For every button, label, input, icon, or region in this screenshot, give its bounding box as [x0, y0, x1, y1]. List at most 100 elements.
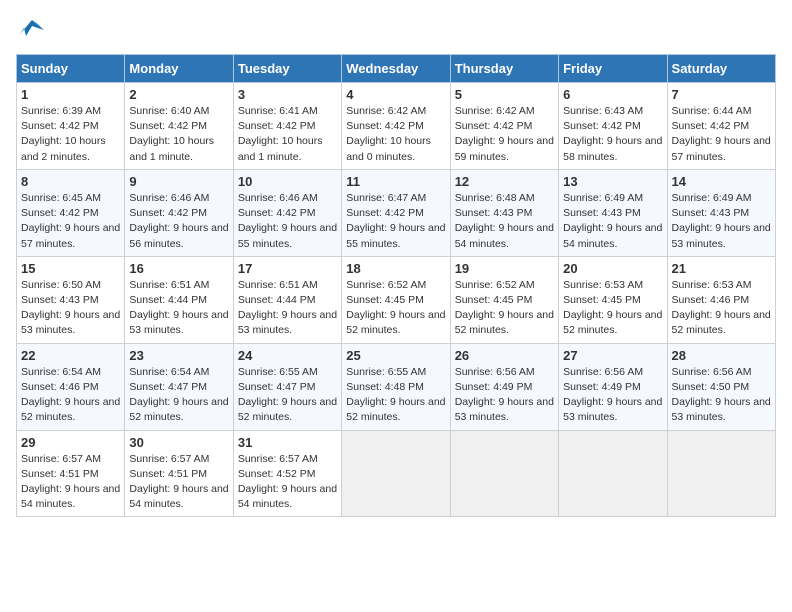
day-number: 8: [21, 174, 120, 189]
day-info: Sunrise: 6:40 AM Sunset: 4:42 PM Dayligh…: [129, 104, 228, 165]
page-header: [16, 16, 776, 44]
daylight-text: Daylight: 9 hours and 53 minutes.: [672, 222, 771, 249]
sunrise-text: Sunrise: 6:47 AM: [346, 192, 426, 204]
day-info: Sunrise: 6:57 AM Sunset: 4:52 PM Dayligh…: [238, 452, 337, 513]
day-info: Sunrise: 6:41 AM Sunset: 4:42 PM Dayligh…: [238, 104, 337, 165]
day-info: Sunrise: 6:42 AM Sunset: 4:42 PM Dayligh…: [346, 104, 445, 165]
day-header-wednesday: Wednesday: [342, 55, 450, 83]
calendar-cell: 21 Sunrise: 6:53 AM Sunset: 4:46 PM Dayl…: [667, 256, 775, 343]
calendar-cell: 5 Sunrise: 6:42 AM Sunset: 4:42 PM Dayli…: [450, 83, 558, 170]
calendar-cell: 24 Sunrise: 6:55 AM Sunset: 4:47 PM Dayl…: [233, 343, 341, 430]
day-info: Sunrise: 6:52 AM Sunset: 4:45 PM Dayligh…: [455, 278, 554, 339]
day-number: 5: [455, 87, 554, 102]
day-number: 2: [129, 87, 228, 102]
sunset-text: Sunset: 4:49 PM: [455, 381, 533, 393]
day-info: Sunrise: 6:56 AM Sunset: 4:49 PM Dayligh…: [563, 365, 662, 426]
day-number: 7: [672, 87, 771, 102]
daylight-text: Daylight: 9 hours and 52 minutes.: [21, 396, 120, 423]
calendar-cell: 14 Sunrise: 6:49 AM Sunset: 4:43 PM Dayl…: [667, 169, 775, 256]
sunrise-text: Sunrise: 6:55 AM: [238, 366, 318, 378]
sunrise-text: Sunrise: 6:56 AM: [563, 366, 643, 378]
sunset-text: Sunset: 4:42 PM: [455, 120, 533, 132]
sunset-text: Sunset: 4:42 PM: [346, 120, 424, 132]
day-info: Sunrise: 6:44 AM Sunset: 4:42 PM Dayligh…: [672, 104, 771, 165]
daylight-text: Daylight: 10 hours and 0 minutes.: [346, 135, 431, 162]
calendar-cell: 16 Sunrise: 6:51 AM Sunset: 4:44 PM Dayl…: [125, 256, 233, 343]
sunrise-text: Sunrise: 6:50 AM: [21, 279, 101, 291]
daylight-text: Daylight: 10 hours and 2 minutes.: [21, 135, 106, 162]
day-info: Sunrise: 6:49 AM Sunset: 4:43 PM Dayligh…: [563, 191, 662, 252]
day-info: Sunrise: 6:43 AM Sunset: 4:42 PM Dayligh…: [563, 104, 662, 165]
sunset-text: Sunset: 4:42 PM: [129, 120, 207, 132]
calendar-cell: 6 Sunrise: 6:43 AM Sunset: 4:42 PM Dayli…: [559, 83, 667, 170]
day-number: 30: [129, 435, 228, 450]
day-info: Sunrise: 6:47 AM Sunset: 4:42 PM Dayligh…: [346, 191, 445, 252]
calendar-cell: 25 Sunrise: 6:55 AM Sunset: 4:48 PM Dayl…: [342, 343, 450, 430]
daylight-text: Daylight: 9 hours and 53 minutes.: [672, 396, 771, 423]
calendar-week-row: 1 Sunrise: 6:39 AM Sunset: 4:42 PM Dayli…: [17, 83, 776, 170]
calendar-cell: 30 Sunrise: 6:57 AM Sunset: 4:51 PM Dayl…: [125, 430, 233, 517]
sunrise-text: Sunrise: 6:42 AM: [455, 105, 535, 117]
sunrise-text: Sunrise: 6:56 AM: [672, 366, 752, 378]
daylight-text: Daylight: 9 hours and 52 minutes.: [346, 396, 445, 423]
daylight-text: Daylight: 9 hours and 53 minutes.: [129, 309, 228, 336]
day-number: 14: [672, 174, 771, 189]
sunrise-text: Sunrise: 6:39 AM: [21, 105, 101, 117]
sunset-text: Sunset: 4:47 PM: [129, 381, 207, 393]
sunset-text: Sunset: 4:43 PM: [455, 207, 533, 219]
daylight-text: Daylight: 9 hours and 53 minutes.: [455, 396, 554, 423]
day-info: Sunrise: 6:48 AM Sunset: 4:43 PM Dayligh…: [455, 191, 554, 252]
calendar-cell: 11 Sunrise: 6:47 AM Sunset: 4:42 PM Dayl…: [342, 169, 450, 256]
sunrise-text: Sunrise: 6:54 AM: [129, 366, 209, 378]
daylight-text: Daylight: 9 hours and 57 minutes.: [672, 135, 771, 162]
day-info: Sunrise: 6:45 AM Sunset: 4:42 PM Dayligh…: [21, 191, 120, 252]
calendar-cell: 7 Sunrise: 6:44 AM Sunset: 4:42 PM Dayli…: [667, 83, 775, 170]
sunrise-text: Sunrise: 6:43 AM: [563, 105, 643, 117]
day-info: Sunrise: 6:46 AM Sunset: 4:42 PM Dayligh…: [238, 191, 337, 252]
day-info: Sunrise: 6:55 AM Sunset: 4:48 PM Dayligh…: [346, 365, 445, 426]
calendar-cell: [559, 430, 667, 517]
sunset-text: Sunset: 4:48 PM: [346, 381, 424, 393]
calendar-cell: 1 Sunrise: 6:39 AM Sunset: 4:42 PM Dayli…: [17, 83, 125, 170]
sunrise-text: Sunrise: 6:52 AM: [455, 279, 535, 291]
calendar-cell: 27 Sunrise: 6:56 AM Sunset: 4:49 PM Dayl…: [559, 343, 667, 430]
day-info: Sunrise: 6:57 AM Sunset: 4:51 PM Dayligh…: [129, 452, 228, 513]
day-number: 20: [563, 261, 662, 276]
logo: [16, 16, 46, 44]
day-number: 12: [455, 174, 554, 189]
sunrise-text: Sunrise: 6:46 AM: [129, 192, 209, 204]
sunrise-text: Sunrise: 6:49 AM: [672, 192, 752, 204]
daylight-text: Daylight: 9 hours and 53 minutes.: [563, 396, 662, 423]
sunset-text: Sunset: 4:43 PM: [672, 207, 750, 219]
calendar-cell: 26 Sunrise: 6:56 AM Sunset: 4:49 PM Dayl…: [450, 343, 558, 430]
calendar-cell: 28 Sunrise: 6:56 AM Sunset: 4:50 PM Dayl…: [667, 343, 775, 430]
sunrise-text: Sunrise: 6:53 AM: [672, 279, 752, 291]
sunset-text: Sunset: 4:42 PM: [238, 207, 316, 219]
daylight-text: Daylight: 9 hours and 57 minutes.: [21, 222, 120, 249]
sunrise-text: Sunrise: 6:44 AM: [672, 105, 752, 117]
day-number: 11: [346, 174, 445, 189]
sunset-text: Sunset: 4:47 PM: [238, 381, 316, 393]
day-number: 19: [455, 261, 554, 276]
calendar-cell: 9 Sunrise: 6:46 AM Sunset: 4:42 PM Dayli…: [125, 169, 233, 256]
day-info: Sunrise: 6:53 AM Sunset: 4:45 PM Dayligh…: [563, 278, 662, 339]
day-number: 1: [21, 87, 120, 102]
day-info: Sunrise: 6:51 AM Sunset: 4:44 PM Dayligh…: [238, 278, 337, 339]
day-number: 29: [21, 435, 120, 450]
day-number: 31: [238, 435, 337, 450]
day-number: 25: [346, 348, 445, 363]
daylight-text: Daylight: 9 hours and 52 minutes.: [455, 309, 554, 336]
sunset-text: Sunset: 4:45 PM: [455, 294, 533, 306]
sunset-text: Sunset: 4:50 PM: [672, 381, 750, 393]
day-number: 16: [129, 261, 228, 276]
daylight-text: Daylight: 9 hours and 54 minutes.: [129, 483, 228, 510]
day-info: Sunrise: 6:50 AM Sunset: 4:43 PM Dayligh…: [21, 278, 120, 339]
day-number: 3: [238, 87, 337, 102]
day-number: 6: [563, 87, 662, 102]
sunset-text: Sunset: 4:51 PM: [129, 468, 207, 480]
calendar-cell: 23 Sunrise: 6:54 AM Sunset: 4:47 PM Dayl…: [125, 343, 233, 430]
calendar-week-row: 22 Sunrise: 6:54 AM Sunset: 4:46 PM Dayl…: [17, 343, 776, 430]
calendar-week-row: 29 Sunrise: 6:57 AM Sunset: 4:51 PM Dayl…: [17, 430, 776, 517]
sunset-text: Sunset: 4:44 PM: [129, 294, 207, 306]
daylight-text: Daylight: 9 hours and 58 minutes.: [563, 135, 662, 162]
